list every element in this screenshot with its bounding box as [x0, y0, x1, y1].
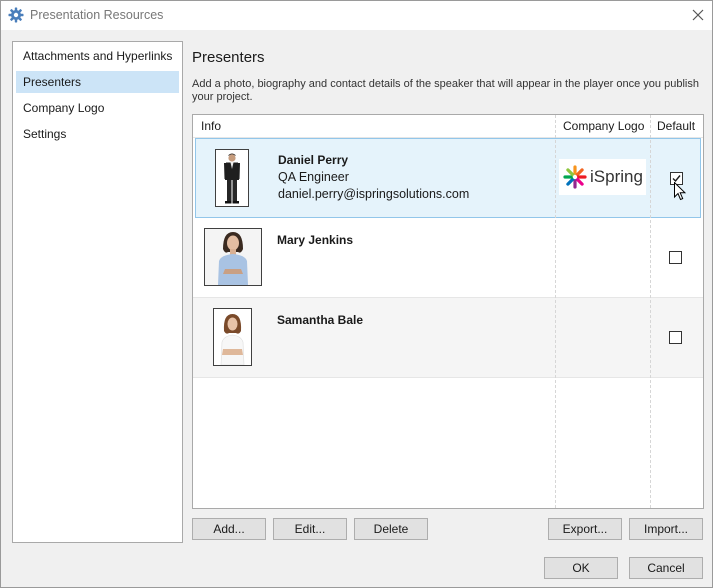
column-divider: [555, 115, 556, 508]
ispring-logo-icon: [563, 165, 587, 189]
column-header-default[interactable]: Default: [657, 115, 695, 137]
sidebar-item-company-logo[interactable]: Company Logo: [16, 97, 179, 119]
window-title: Presentation Resources: [30, 8, 164, 22]
logo-text: iSpring: [590, 167, 643, 186]
sidebar-item-presenters[interactable]: Presenters: [16, 71, 179, 93]
edit-button[interactable]: Edit...: [273, 518, 347, 540]
title-bar: Presentation Resources: [1, 1, 712, 30]
sidebar-item-settings[interactable]: Settings: [16, 123, 179, 145]
gear-icon: [8, 7, 24, 23]
column-header-info[interactable]: Info: [201, 115, 221, 137]
table-row[interactable]: Samantha Bale: [193, 298, 703, 378]
add-button[interactable]: Add...: [192, 518, 266, 540]
company-logo: iSpring: [559, 159, 646, 195]
presenter-name: Daniel Perry: [278, 153, 349, 167]
presenter-name: Samantha Bale: [277, 313, 364, 327]
presenter-name: Mary Jenkins: [277, 233, 354, 247]
column-header-company-logo[interactable]: Company Logo: [563, 115, 644, 137]
default-checkbox[interactable]: [669, 251, 682, 264]
presenter-email: daniel.perry@ispringsolutions.com: [278, 187, 470, 201]
presentation-resources-dialog: Presentation Resources Attachments and H…: [0, 0, 713, 588]
table-row[interactable]: Daniel Perry QA Engineer daniel.perry@is…: [195, 138, 701, 218]
sidebar: Attachments and Hyperlinks Presenters Co…: [12, 41, 183, 543]
presenter-photo: [204, 228, 262, 286]
presenter-photo: [215, 149, 249, 207]
delete-button[interactable]: Delete: [354, 518, 428, 540]
ok-button[interactable]: OK: [544, 557, 618, 579]
table-row[interactable]: Mary Jenkins: [193, 218, 703, 298]
close-icon: [692, 9, 704, 21]
presenter-role: QA Engineer: [278, 170, 349, 184]
presenter-photo: [213, 308, 252, 366]
close-button[interactable]: [685, 3, 711, 27]
column-divider: [650, 115, 651, 508]
import-button[interactable]: Import...: [629, 518, 703, 540]
page-title: Presenters: [192, 49, 265, 66]
cancel-button[interactable]: Cancel: [629, 557, 703, 579]
page-description: Add a photo, biography and contact detai…: [192, 78, 699, 103]
mouse-cursor-icon: [674, 182, 686, 201]
sidebar-item-attachments[interactable]: Attachments and Hyperlinks: [16, 45, 179, 67]
export-button[interactable]: Export...: [548, 518, 622, 540]
default-checkbox[interactable]: [669, 331, 682, 344]
presenters-table: Info Company Logo Default Daniel Perry Q…: [192, 114, 704, 509]
